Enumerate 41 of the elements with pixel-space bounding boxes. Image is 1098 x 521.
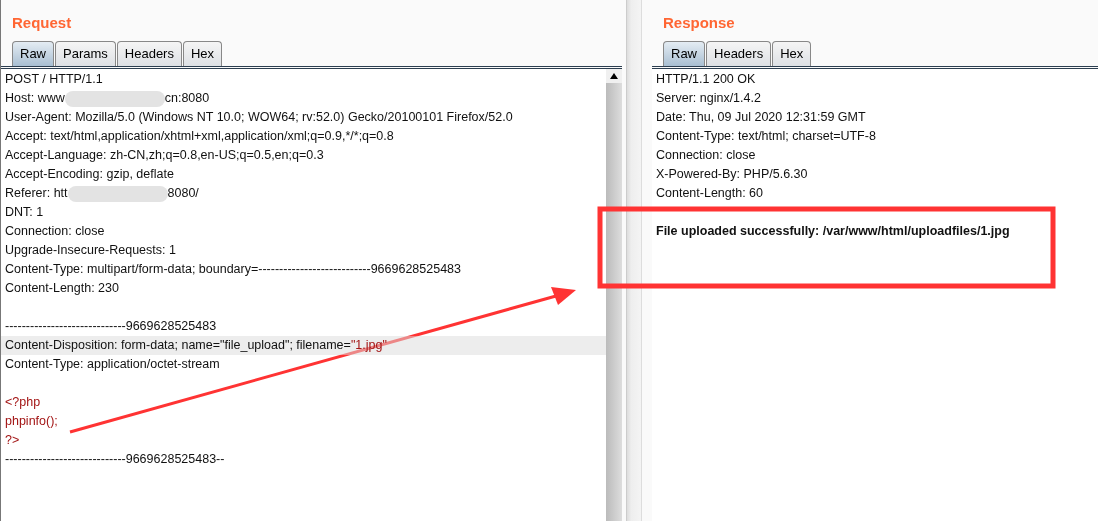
code-text: phpinfo(); — [5, 414, 58, 428]
scroll-up-icon[interactable] — [610, 73, 618, 79]
text-line: -----------------------------9669628525483-- — [5, 452, 225, 466]
tab[interactable]: Params — [55, 41, 116, 66]
text-line: Accept-Language: zh-CN,zh;q=0.8,en-US;q=0.5,en;q=0.3 — [5, 148, 324, 162]
request-title: Request — [11, 13, 73, 33]
code-text: "1.jpg" — [350, 338, 387, 352]
tab[interactable]: Raw — [663, 41, 705, 66]
scrollbar[interactable] — [606, 69, 622, 521]
text-line: Content-Type: text/html; charset=UTF-8 — [656, 129, 876, 143]
text-line: Upgrade-Insecure-Requests: 1 — [5, 243, 176, 257]
text-line: Connection: close — [5, 224, 105, 238]
text-line: Connection: close — [656, 148, 756, 162]
text-line: User-Agent: Mozilla/5.0 (Windows NT 10.0; WOW64; rv:52.0) Gecko/20100101 Firefox/52.0 — [5, 110, 513, 124]
tab[interactable]: Headers — [116, 41, 182, 66]
tab[interactable]: Hex — [772, 41, 812, 66]
text-line: Content-Length: 230 — [5, 281, 119, 295]
tab[interactable]: Raw — [12, 41, 54, 66]
text-line: Content-Length: 60 — [656, 186, 764, 200]
text-line: DNT: 1 — [5, 205, 44, 219]
text-line: Content-Disposition: form-data; name="file_upload"; filename= — [5, 338, 351, 352]
text-line: Host: www — [5, 91, 65, 105]
tab[interactable]: Headers — [706, 41, 772, 66]
text-line: Accept: text/html,application/xhtml+xml,application/xml;q=0.9,*/*;q=0.8 — [5, 129, 394, 143]
text-line: Server: nginx/1.4.2 — [656, 91, 761, 105]
text-line: cn:8080 — [164, 91, 210, 105]
message-text: File uploaded successfully: /var/www/html/uploadfiles/1.jpg — [656, 224, 1010, 238]
code-text: ?> — [5, 433, 20, 447]
response-title: Response — [662, 13, 736, 33]
text-line: X-Powered-By: PHP/5.6.30 — [656, 167, 808, 181]
text-line: Referer: htt — [5, 186, 68, 200]
text-line: Date: Thu, 09 Jul 2020 12:31:59 GMT — [656, 110, 866, 124]
text-line: Content-Type: multipart/form-data; boundary=---------------------------9669628525483 — [5, 262, 462, 276]
text-line: Accept-Encoding: gzip, deflate — [5, 167, 174, 181]
text-line: POST / HTTP/1.1 — [5, 72, 103, 86]
code-text: <?php — [5, 395, 41, 409]
text-line: -----------------------------9669628525483 — [5, 319, 217, 333]
text-line: 8080/ — [167, 186, 199, 200]
tab[interactable]: Hex — [182, 41, 223, 66]
text-line: HTTP/1.1 200 OK — [656, 72, 756, 86]
text-line: Content-Type: application/octet-stream — [5, 357, 220, 371]
